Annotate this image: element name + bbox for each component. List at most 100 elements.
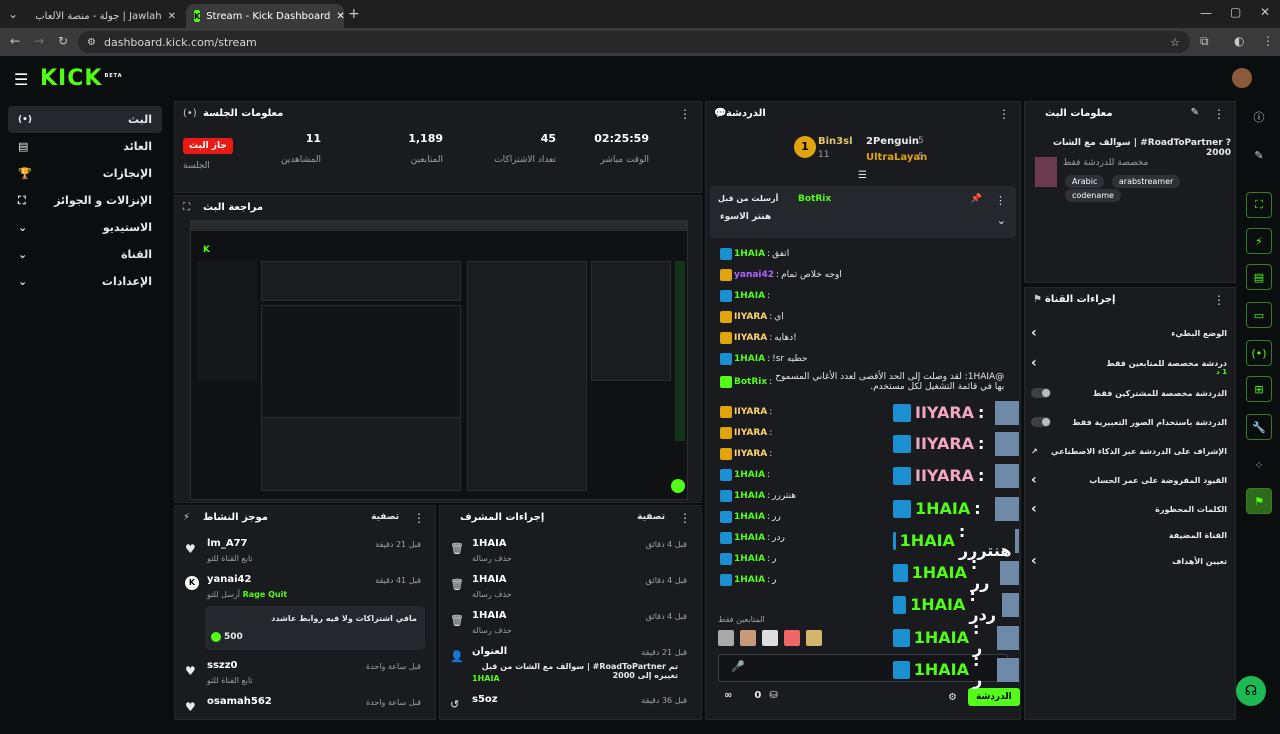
- sidebar-item-achievements[interactable]: 🏆 الإنجازات: [8, 160, 162, 187]
- tag-chip[interactable]: Arabic: [1065, 175, 1105, 188]
- microphone-icon[interactable]: 🎤: [731, 660, 745, 673]
- profile-icon[interactable]: ◐: [1234, 34, 1244, 48]
- activity-user[interactable]: lm_A77: [207, 538, 248, 549]
- mod-action-user[interactable]: 1HAIA: [472, 574, 507, 585]
- new-tab-icon[interactable]: +: [348, 6, 360, 22]
- pencil-icon[interactable]: ✎: [1246, 142, 1272, 168]
- quick-action-item[interactable]: الإشراف على الدردشة عبر الذكاء الاصطناعي…: [1031, 438, 1227, 464]
- quick-action-item[interactable]: الدردشة باستخدام الصور التعبيرية فقط: [1031, 409, 1227, 435]
- extensions-icon[interactable]: ⧉: [1200, 34, 1209, 49]
- tag-chip[interactable]: arabstreamer: [1111, 175, 1181, 188]
- preview-toggle-icon[interactable]: ⛶: [1246, 192, 1272, 218]
- pin-icon[interactable]: 📌: [971, 194, 982, 204]
- filter-button[interactable]: تصفية: [637, 512, 665, 522]
- apps-icon[interactable]: ⁘: [1246, 452, 1272, 478]
- lightning-toggle-icon[interactable]: ⚡: [1246, 228, 1272, 254]
- chat-username[interactable]: 1HAIA: [734, 249, 765, 259]
- list-toggle-icon[interactable]: ▤: [1246, 264, 1272, 290]
- settings-icon[interactable]: ⚙: [948, 692, 957, 703]
- expand-icon[interactable]: ☰: [858, 170, 867, 181]
- chat-username[interactable]: yanai42: [734, 270, 774, 280]
- chat-username[interactable]: IIYARA: [734, 312, 767, 322]
- tab-list-icon[interactable]: ⌄: [8, 7, 18, 21]
- site-info-icon[interactable]: ⚙: [87, 37, 96, 48]
- chat-username[interactable]: IIYARA: [734, 407, 767, 417]
- gift-icon[interactable]: ⛁: [769, 690, 777, 701]
- address-bar[interactable]: ⚙ dashboard.kick.com/stream ☆: [78, 31, 1190, 53]
- window-close-icon[interactable]: ✕: [1260, 5, 1270, 19]
- panel-menu-icon[interactable]: ⋮: [413, 511, 425, 525]
- pinned-author[interactable]: BotRix: [798, 194, 831, 204]
- quick-action-item[interactable]: الكلمات المحظورة ›: [1031, 496, 1227, 522]
- layout-toggle-icon[interactable]: ⊞: [1246, 376, 1272, 402]
- flag-toggle-icon[interactable]: ⚑: [1246, 488, 1272, 514]
- sidebar-item-channel[interactable]: ⌄ القناة: [8, 241, 162, 268]
- close-icon[interactable]: ✕: [168, 11, 176, 22]
- maximize-icon[interactable]: ▢: [1230, 5, 1241, 19]
- chat-username[interactable]: 1HAIA: [734, 470, 765, 480]
- chat-username[interactable]: IIYARA: [734, 449, 767, 459]
- stream-category[interactable]: مخصصة للدردشة فقط: [1063, 158, 1148, 168]
- chat-username[interactable]: IIYARA: [734, 333, 767, 343]
- activity-user[interactable]: osamah562: [207, 696, 272, 707]
- tab-jawlah[interactable]: Jawlah | جولة - منصة الألعاب الع ✕: [28, 4, 184, 28]
- toggle-switch[interactable]: [1031, 417, 1051, 427]
- quick-action-item[interactable]: الوضع البطيء ›: [1031, 320, 1227, 346]
- edit-icon[interactable]: ✎: [1191, 107, 1199, 118]
- panel-menu-icon[interactable]: ⋮: [679, 107, 691, 121]
- bookmark-icon[interactable]: ☆: [1170, 36, 1180, 49]
- chat-username[interactable]: 1HAIA: [734, 575, 765, 585]
- back-icon[interactable]: ←: [10, 34, 20, 48]
- quick-action-item[interactable]: تعيين الأهداف ›: [1031, 548, 1227, 574]
- mod-action-user[interactable]: العنوان: [472, 646, 507, 657]
- quick-action-item[interactable]: الدردشة مخصصة للمشتركين فقط: [1031, 380, 1227, 406]
- sidebar-item-revenue[interactable]: ▤ العائد: [8, 133, 162, 160]
- mod-action-user-link[interactable]: 1HAIA: [472, 674, 500, 683]
- chat-username[interactable]: 1HAIA: [734, 354, 765, 364]
- toggle-switch[interactable]: [1031, 388, 1051, 398]
- chat-username[interactable]: 1HAIA: [734, 512, 765, 522]
- chevron-down-icon[interactable]: ⌄: [997, 214, 1006, 227]
- chat-username[interactable]: IIYARA: [734, 428, 767, 438]
- sidebar-item-studio[interactable]: ⌄ الاستيديو: [8, 214, 162, 241]
- chat-username[interactable]: 1HAIA: [734, 491, 765, 501]
- reload-icon[interactable]: ↻: [58, 34, 68, 48]
- emote-icon[interactable]: [806, 630, 822, 646]
- chat-username[interactable]: 1HAIA: [734, 554, 765, 564]
- sidebar-item-settings[interactable]: ⌄ الإعدادات: [8, 268, 162, 295]
- panel-menu-icon[interactable]: ⋮: [998, 107, 1010, 121]
- browser-menu-icon[interactable]: ⋮: [1262, 34, 1274, 48]
- panel-menu-icon[interactable]: ⋮: [1213, 107, 1225, 121]
- send-chat-button[interactable]: الدردشة: [968, 688, 1020, 706]
- mod-action-user[interactable]: 1HAIA: [472, 610, 507, 621]
- panel-menu-icon[interactable]: ⋮: [679, 511, 691, 525]
- mod-action-user[interactable]: 1HAIA: [472, 538, 507, 549]
- emote-icon[interactable]: [784, 630, 800, 646]
- pinned-menu-icon[interactable]: ⋮: [995, 194, 1006, 207]
- close-icon[interactable]: ✕: [336, 11, 344, 22]
- sidebar-item-drops[interactable]: ⛶ الإنزالات و الجوائز: [8, 187, 162, 214]
- activity-user[interactable]: sszz0: [207, 660, 238, 671]
- kick-logo[interactable]: KICK BETA: [40, 66, 123, 91]
- emote-icon[interactable]: [762, 630, 778, 646]
- chat-username[interactable]: BotRix: [734, 377, 767, 387]
- hamburger-menu-icon[interactable]: ☰: [14, 70, 28, 89]
- info-icon[interactable]: ⓘ: [1246, 104, 1272, 130]
- chat-username[interactable]: 1HAIA: [734, 533, 765, 543]
- leader-name[interactable]: 2Penguin: [866, 136, 919, 147]
- filter-button[interactable]: تصفية: [371, 512, 399, 522]
- chat-username[interactable]: 1HAIA: [734, 291, 765, 301]
- tag-chip[interactable]: codename: [1065, 189, 1121, 202]
- minimize-icon[interactable]: —: [1200, 6, 1212, 20]
- wrench-toggle-icon[interactable]: 🔧: [1246, 414, 1272, 440]
- chat-toggle-icon[interactable]: ▭: [1246, 302, 1272, 328]
- emote-icon[interactable]: [718, 630, 734, 646]
- sidebar-item-stream[interactable]: (•) البث: [8, 106, 162, 133]
- support-headset-icon[interactable]: ☊: [1236, 676, 1266, 706]
- quick-action-item[interactable]: دردشة مخصصة للمتابعين فقط 1 د ›: [1031, 350, 1227, 376]
- mod-action-user[interactable]: s5oz: [472, 694, 498, 705]
- quick-action-item[interactable]: القيود المفروضة على عمر الحساب ›: [1031, 467, 1227, 493]
- leader-name[interactable]: Bin3sl: [818, 136, 853, 147]
- stream-preview-video[interactable]: K: [190, 220, 688, 500]
- infinity-icon[interactable]: ∞: [724, 690, 732, 701]
